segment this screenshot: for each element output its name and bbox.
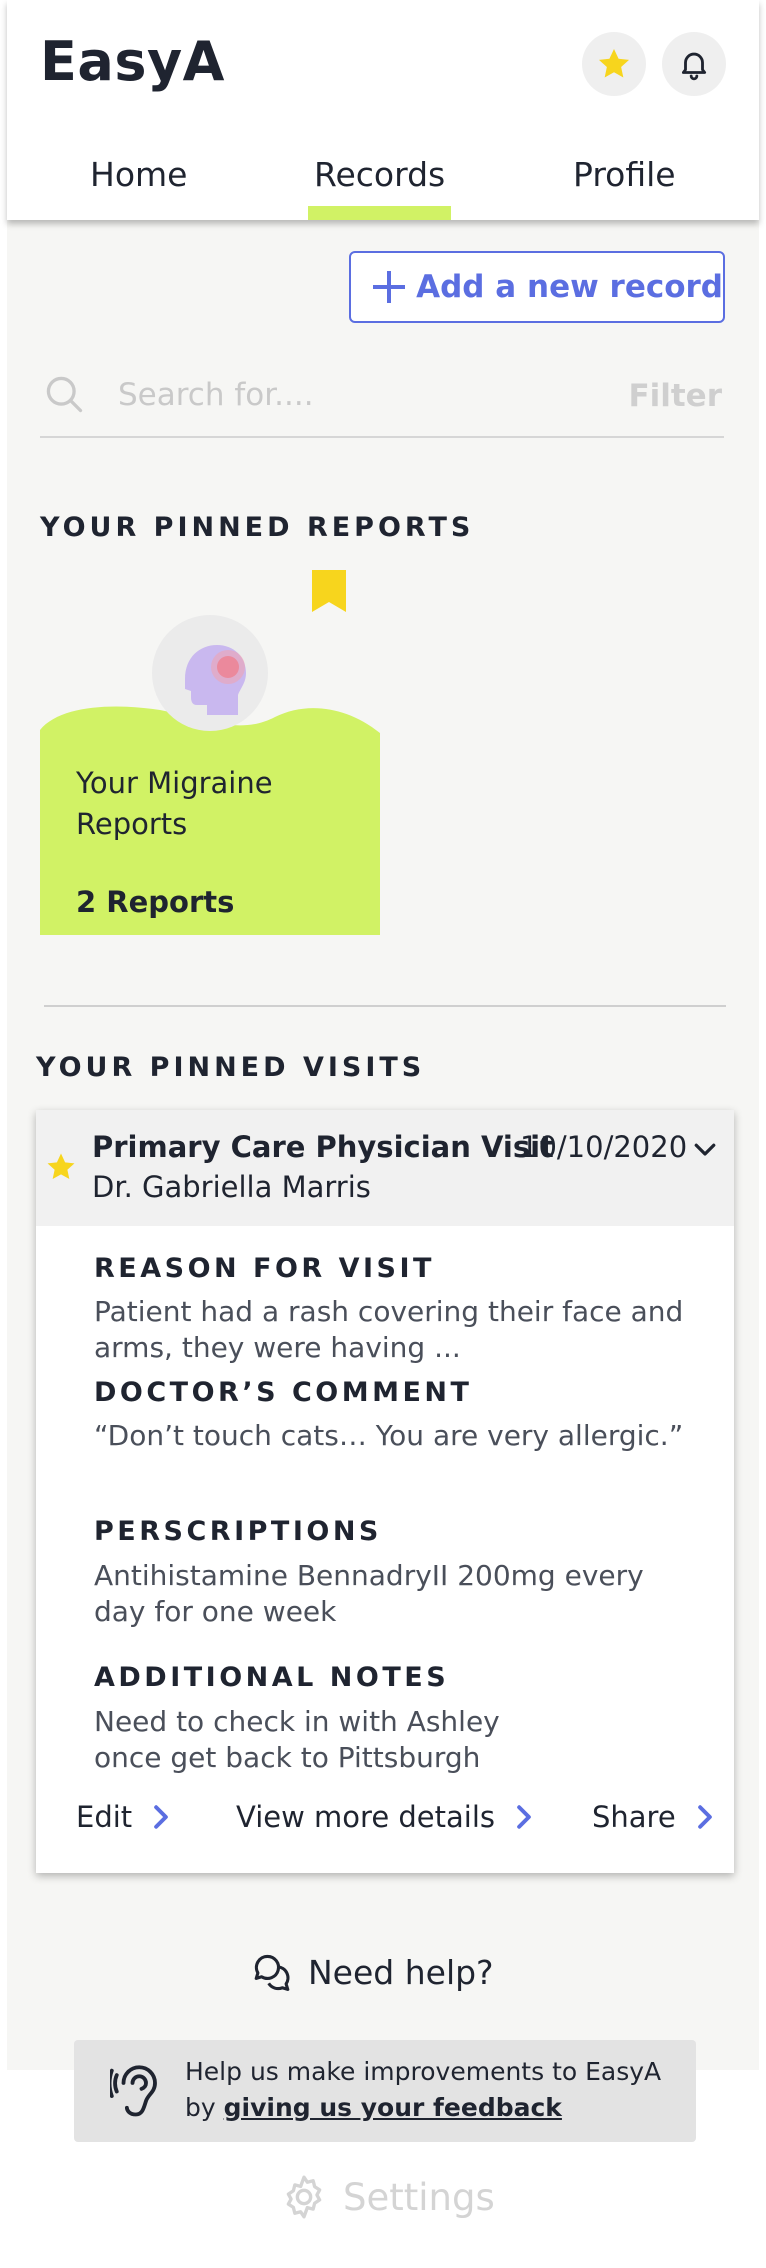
notifications-button[interactable] — [662, 32, 726, 96]
ear-icon — [110, 2065, 157, 2117]
add-record-label: Add a new record — [416, 269, 723, 305]
help-label: Need help? — [308, 1952, 494, 1992]
doctor-comment-label: DOCTOR’S COMMENT — [94, 1377, 473, 1408]
search-bar: Filter — [40, 362, 724, 438]
tab-records[interactable]: Records — [307, 150, 452, 220]
edit-label: Edit — [76, 1800, 133, 1834]
report-count: 2 Reports — [76, 885, 235, 919]
pinned-visits-title: YOUR PINNED VISITS — [36, 1052, 426, 1083]
reason-text: Patient had a rash covering their face a… — [94, 1295, 684, 1364]
app-logo: EasyA — [40, 30, 225, 93]
report-title: Your Migraine Reports — [76, 766, 273, 841]
pinned-reports-title: YOUR PINNED REPORTS — [40, 512, 475, 543]
tab-profile[interactable]: Profile — [573, 150, 676, 220]
bookmark-icon[interactable] — [312, 570, 346, 612]
help-link[interactable]: Need help? — [250, 1950, 494, 1994]
doctor-comment-text: “Don’t touch cats… You are very allergic… — [94, 1419, 684, 1452]
visit-actions: Edit View more details Share — [36, 1800, 734, 1850]
settings-label: Settings — [343, 2175, 495, 2219]
share-label: Share — [592, 1800, 676, 1834]
chevron-right-icon — [697, 1805, 712, 1829]
add-record-button[interactable]: Add a new record — [349, 251, 725, 323]
prescriptions-label: PERSCRIPTIONS — [94, 1516, 382, 1547]
migraine-head-icon — [152, 615, 268, 731]
filter-button[interactable]: Filter — [628, 378, 722, 414]
visit-doctor: Dr. Gabriella Marris — [92, 1170, 371, 1204]
section-divider — [44, 1005, 726, 1007]
star-icon[interactable] — [44, 1150, 78, 1184]
search-icon — [46, 376, 83, 413]
visit-card-header[interactable]: Primary Care Physician Visit 10/10/2020 … — [36, 1110, 734, 1226]
settings-link[interactable]: Settings — [279, 2172, 495, 2222]
notes-text: Need to check in with Ashley once get ba… — [94, 1705, 500, 1774]
view-details-label: View more details — [236, 1800, 495, 1834]
feedback-banner[interactable]: Help us make improvements to EasyA by gi… — [74, 2040, 696, 2142]
feedback-text: Help us make improvements to EasyA by gi… — [185, 2054, 665, 2126]
visit-title: Primary Care Physician Visit — [92, 1130, 554, 1164]
migraine-report-card[interactable]: Your Migraine Reports 2 Reports — [40, 565, 380, 935]
favorites-button[interactable] — [582, 32, 646, 96]
edit-link[interactable]: Edit — [76, 1800, 172, 1834]
star-icon — [598, 48, 630, 78]
notes-label: ADDITIONAL NOTES — [94, 1662, 450, 1693]
prescriptions-text: Antihistamine BennadryII 200mg every day… — [94, 1559, 644, 1628]
reason-label: REASON FOR VISIT — [94, 1253, 435, 1284]
visit-card: Primary Care Physician Visit 10/10/2020 … — [36, 1110, 734, 1873]
chevron-right-icon — [517, 1805, 531, 1829]
chat-bubbles-icon — [254, 1954, 290, 1991]
share-link[interactable]: Share — [592, 1800, 716, 1834]
chevron-right-icon — [154, 1805, 168, 1829]
search-input[interactable] — [118, 370, 558, 420]
chevron-down-icon[interactable] — [690, 1134, 720, 1164]
app-header: EasyA Home Records Profile — [7, 0, 759, 220]
visit-date: 10/10/2020 — [520, 1130, 688, 1164]
plus-icon — [369, 267, 406, 307]
tab-home[interactable]: Home — [90, 150, 187, 220]
gear-icon — [286, 2175, 322, 2219]
view-details-link[interactable]: View more details — [236, 1800, 535, 1834]
bell-icon — [681, 52, 707, 81]
feedback-link[interactable]: giving us your feedback — [224, 2093, 562, 2122]
main-tabs: Home Records Profile — [7, 150, 759, 220]
